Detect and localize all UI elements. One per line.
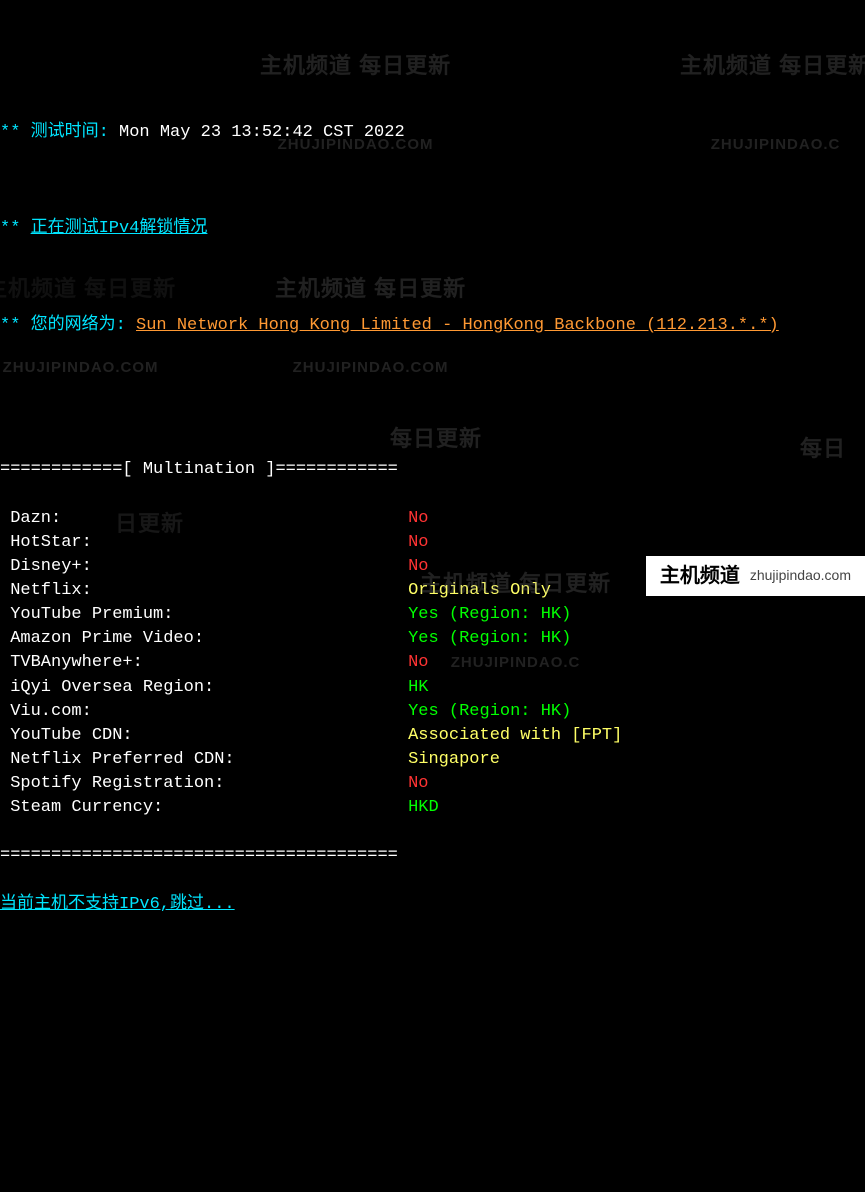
service-value: Yes (Region: HK): [408, 629, 571, 648]
service-name: iQyi Oversea Region:: [0, 678, 408, 697]
services-list: Dazn: No HotStar: No Disney+: No Netflix…: [0, 507, 865, 821]
service-row: HotStar: No: [0, 531, 865, 555]
service-name: YouTube CDN:: [0, 726, 408, 745]
header-stars: **: [0, 123, 20, 142]
service-value: No: [408, 653, 428, 672]
service-name: Amazon Prime Video:: [0, 629, 408, 648]
service-value: Yes (Region: HK): [408, 605, 571, 624]
footer-divider: =======================================: [0, 844, 865, 868]
service-value: Singapore: [408, 750, 500, 769]
service-name: Dazn:: [0, 509, 408, 528]
header-stars: **: [0, 219, 20, 238]
section-header: ============[ Multination ]============: [0, 458, 865, 482]
service-value: HKD: [408, 798, 439, 817]
service-value: HK: [408, 678, 428, 697]
service-row: YouTube Premium: Yes (Region: HK): [0, 603, 865, 627]
header-stars: **: [0, 316, 20, 335]
testing-label: 正在测试IPv4解锁情况: [31, 219, 208, 238]
service-row: YouTube CDN: Associated with [FPT]: [0, 724, 865, 748]
service-value: Yes (Region: HK): [408, 702, 571, 721]
network-label: 您的网络为:: [31, 316, 126, 335]
network-value: Sun Network Hong Kong Limited - HongKong…: [136, 316, 779, 335]
service-row: Netflix Preferred CDN: Singapore: [0, 748, 865, 772]
service-value: No: [408, 533, 428, 552]
service-name: Disney+:: [0, 557, 408, 576]
badge-name-cn: 主机频道: [660, 562, 740, 590]
terminal-output: ** 测试时间: Mon May 23 13:52:42 CST 2022 **…: [0, 97, 865, 941]
service-value: No: [408, 509, 428, 528]
service-row: Viu.com: Yes (Region: HK): [0, 700, 865, 724]
service-name: Spotify Registration:: [0, 774, 408, 793]
service-value: No: [408, 774, 428, 793]
site-badge: 主机频道 zhujipindao.com: [646, 556, 865, 596]
service-name: Viu.com:: [0, 702, 408, 721]
test-time-label: 测试时间:: [31, 123, 109, 142]
service-value: Associated with [FPT]: [408, 726, 622, 745]
service-name: Steam Currency:: [0, 798, 408, 817]
service-row: TVBAnywhere+: No: [0, 651, 865, 675]
service-value: Originals Only: [408, 581, 551, 600]
service-row: Dazn: No: [0, 507, 865, 531]
service-name: Netflix:: [0, 581, 408, 600]
test-time-value: Mon May 23 13:52:42 CST 2022: [119, 123, 405, 142]
service-name: YouTube Premium:: [0, 605, 408, 624]
badge-name-en: zhujipindao.com: [750, 566, 851, 586]
service-row: Amazon Prime Video: Yes (Region: HK): [0, 627, 865, 651]
service-value: No: [408, 557, 428, 576]
service-row: iQyi Oversea Region: HK: [0, 676, 865, 700]
ipv6-skip: 当前主机不支持IPv6,跳过...: [0, 893, 865, 917]
service-row: Spotify Registration: No: [0, 772, 865, 796]
service-name: Netflix Preferred CDN:: [0, 750, 408, 769]
service-name: TVBAnywhere+:: [0, 653, 408, 672]
service-row: Steam Currency: HKD: [0, 796, 865, 820]
service-name: HotStar:: [0, 533, 408, 552]
